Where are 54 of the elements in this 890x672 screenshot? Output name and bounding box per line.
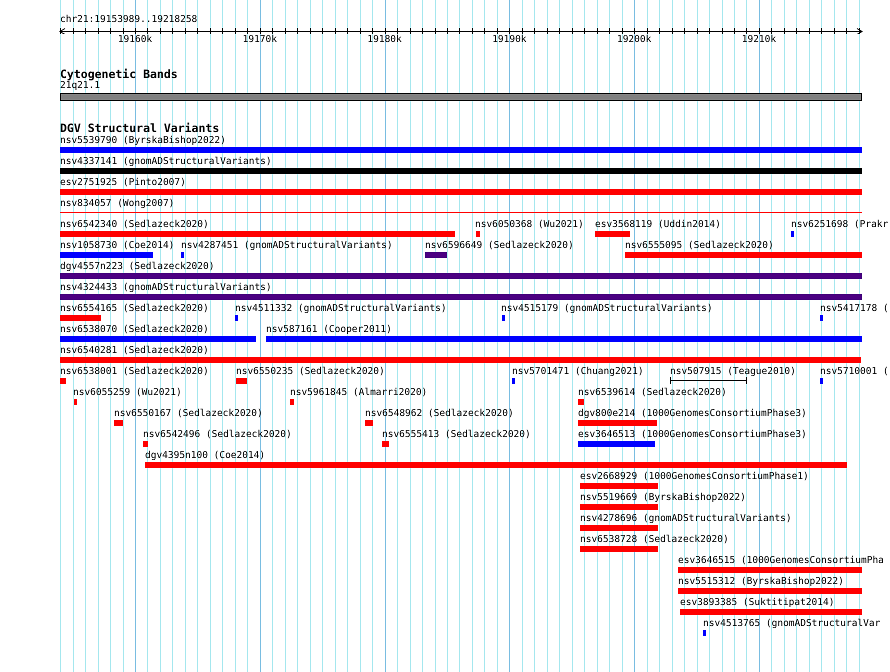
variant-label: nsv507915 (Teague2010) <box>670 366 796 378</box>
variant-label: nsv6538728 (Sedlazeck2020) <box>580 534 729 546</box>
variant-label: nsv6251698 (Prakr <box>791 219 888 231</box>
variant-label: nsv4337141 (gnomADStructuralVariants) <box>60 156 272 168</box>
variant-label: nsv4511332 (gnomADStructuralVariants) <box>235 303 447 315</box>
variant-label: nsv6542496 (Sedlazeck2020) <box>143 429 292 441</box>
variant-label: nsv834057 (Wong2007) <box>60 198 174 210</box>
tick-label: 19210k <box>742 34 776 46</box>
variant-label: nsv5961845 (Almarri2020) <box>290 387 428 399</box>
variant-label: nsv587161 (Cooper2011) <box>266 324 392 336</box>
variant-label: esv2751925 (Pinto2007) <box>60 177 186 189</box>
variant-label: nsv5417178 ( <box>820 303 889 315</box>
variant-label: nsv4278696 (gnomADStructuralVariants) <box>580 513 792 525</box>
variant-label: nsv6542340 (Sedlazeck2020) <box>60 219 209 231</box>
variant-label: nsv6554165 (Sedlazeck2020) <box>60 303 209 315</box>
variant-label: esv3646515 (1000GenomesConsortiumPha <box>678 555 884 567</box>
variant-label: nsv6050368 (Wu2021) <box>475 219 584 231</box>
variant-label: nsv6548962 (Sedlazeck2020) <box>365 408 514 420</box>
track-title: Cytogenetic Bands <box>60 68 178 80</box>
location-label: chr21:19153989..19218258 <box>60 14 198 26</box>
variant-label: nsv5519669 (ByrskaBishop2022) <box>580 492 746 504</box>
variant-label: nsv6538001 (Sedlazeck2020) <box>60 366 209 378</box>
track-title: DGV Structural Variants <box>60 122 220 134</box>
variant-label: nsv5701471 (Chuang2021) <box>512 366 644 378</box>
variant-label: nsv6539614 (Sedlazeck2020) <box>578 387 727 399</box>
variant-label: dgv800e214 (1000GenomesConsortiumPhase3) <box>578 408 807 420</box>
variant-label: nsv6596649 (Sedlazeck2020) <box>425 240 574 252</box>
variant-label: dgv4557n223 (Sedlazeck2020) <box>60 261 214 273</box>
variant-label: nsv6538070 (Sedlazeck2020) <box>60 324 209 336</box>
tick-label: 19180k <box>367 34 402 46</box>
variant-label: esv3568119 (Uddin2014) <box>595 219 721 231</box>
variant-label: nsv6550167 (Sedlazeck2020) <box>114 408 263 420</box>
variant-label: esv3893385 (Suktitipat2014) <box>680 597 834 609</box>
variant-label: nsv6055259 (Wu2021) <box>73 387 182 399</box>
tick-label: 19160k <box>118 34 152 46</box>
band-label: 21q21.1 <box>60 80 100 92</box>
variant-label: esv3646513 (1000GenomesConsortiumPhase3) <box>578 429 807 441</box>
variant-label: nsv6550235 (Sedlazeck2020) <box>236 366 385 378</box>
variant-label: nsv4515179 (gnomADStructuralVariants) <box>501 303 713 315</box>
variant-label: nsv4324433 (gnomADStructuralVariants) <box>60 282 272 294</box>
variant-label: nsv5539790 (ByrskaBishop2022) <box>60 135 226 147</box>
variant-label: nsv5515312 (ByrskaBishop2022) <box>678 576 844 588</box>
variant-label: dgv4395n100 (Coe2014) <box>145 450 266 462</box>
variant-label: nsv4513765 (gnomADStructuralVar <box>703 618 880 630</box>
variant-label: nsv1058730 (Coe2014) <box>60 240 174 252</box>
variant-label: nsv6540281 (Sedlazeck2020) <box>60 345 209 357</box>
variant-label: esv2668929 (1000GenomesConsortiumPhase1) <box>580 471 809 483</box>
tick-label: 19170k <box>242 34 277 46</box>
variant-label: nsv4287451 (gnomADStructuralVariants) <box>181 240 393 252</box>
tick-label: 19200k <box>617 34 652 46</box>
variant-label: nsv6555095 (Sedlazeck2020) <box>625 240 774 252</box>
tick-label: 19190k <box>492 34 527 46</box>
variant-label: nsv5710001 ( <box>820 366 889 378</box>
variant-label: nsv6555413 (Sedlazeck2020) <box>382 429 531 441</box>
